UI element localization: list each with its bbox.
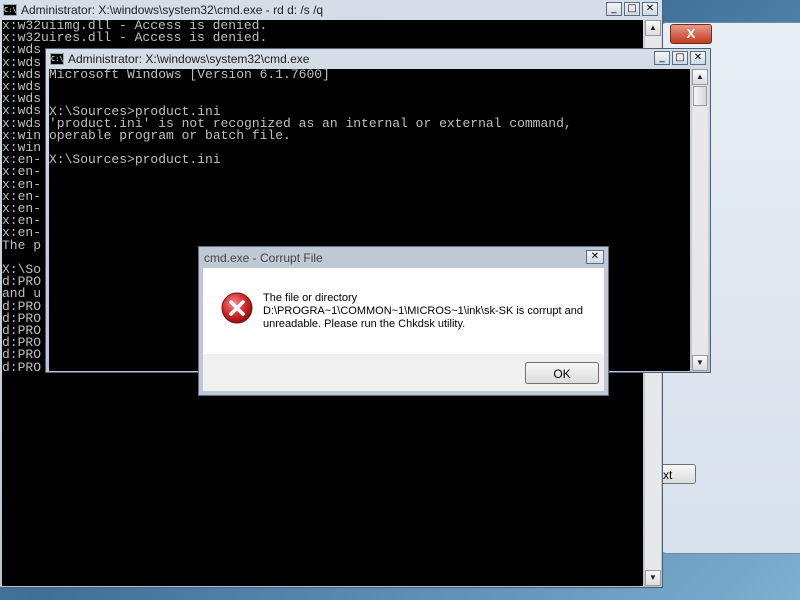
console-line: Microsoft Windows [Version 6.1.7600] (49, 69, 330, 82)
maximize-button[interactable]: □ (672, 51, 688, 65)
scroll-down-icon[interactable]: ▼ (645, 570, 661, 586)
cmd-icon: C:\ (50, 53, 64, 65)
close-button[interactable]: ✕ (690, 51, 706, 65)
dialog-title: cmd.exe - Corrupt File (204, 250, 323, 265)
ok-button[interactable]: OK (525, 362, 599, 384)
vertical-scrollbar[interactable]: ▲ ▼ (691, 69, 708, 371)
dialog-footer: OK (203, 354, 604, 391)
window-title: Administrator: X:\windows\system32\cmd.e… (68, 52, 310, 66)
scroll-up-icon[interactable]: ▲ (645, 20, 661, 36)
error-icon (221, 292, 253, 324)
scroll-down-icon[interactable]: ▼ (692, 355, 708, 371)
scroll-thumb[interactable] (693, 86, 707, 106)
setup-close-button[interactable]: X (670, 24, 712, 44)
titlebar[interactable]: C:\ Administrator: X:\windows\system32\c… (46, 49, 710, 69)
error-message: The file or directory D:\PROGRA~1\COMMON… (263, 292, 593, 331)
message-line: unreadable. Please run the Chkdsk utilit… (263, 318, 466, 330)
console-line: x:w32uires.dll - Access is denied. (2, 30, 268, 46)
titlebar[interactable]: C:\ Administrator: X:\windows\system32\c… (0, 0, 662, 20)
console-line: X:\Sources>product.ini (49, 152, 221, 168)
dialog-close-button[interactable]: ✕ (586, 250, 604, 264)
scroll-up-icon[interactable]: ▲ (692, 69, 708, 85)
corrupt-file-dialog: cmd.exe - Corrupt File ✕ The file or dir… (198, 246, 609, 396)
close-button[interactable]: ✕ (642, 2, 658, 16)
maximize-button[interactable]: □ (624, 2, 640, 16)
minimize-button[interactable]: _ (654, 51, 670, 65)
window-title: Administrator: X:\windows\system32\cmd.e… (21, 3, 324, 17)
cmd-icon: C:\ (3, 4, 17, 16)
console-line: operable program or batch file. (49, 128, 291, 144)
dialog-titlebar[interactable]: cmd.exe - Corrupt File ✕ (199, 247, 608, 268)
dialog-body: The file or directory D:\PROGRA~1\COMMON… (203, 268, 604, 354)
minimize-button[interactable]: _ (606, 2, 622, 16)
message-line: The file or directory (263, 292, 358, 304)
message-line: D:\PROGRA~1\COMMON~1\MICROS~1\ink\sk-SK … (263, 305, 584, 317)
